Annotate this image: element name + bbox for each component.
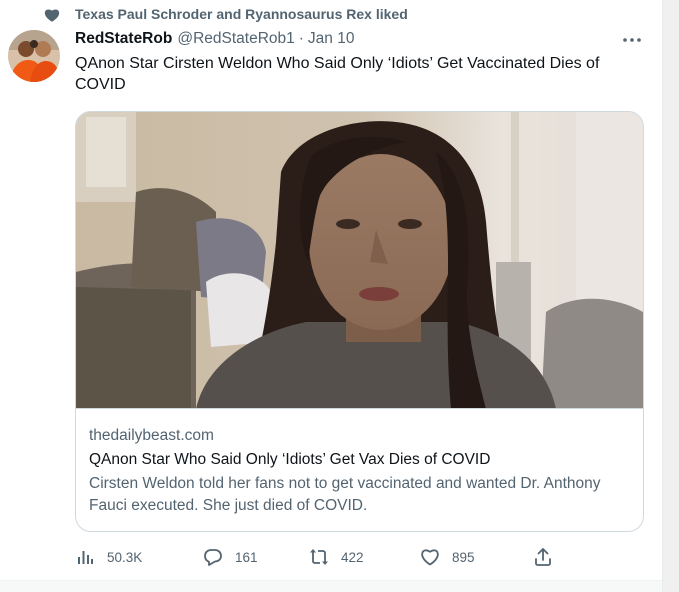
- link-preview-card[interactable]: thedailybeast.com QAnon Star Who Said On…: [75, 111, 644, 532]
- retweet-icon: [310, 549, 328, 565]
- reply-button[interactable]: 161: [203, 546, 258, 568]
- next-tweet-edge: [0, 580, 662, 592]
- tweet-text: QAnon Star Cirsten Weldon Who Said Only …: [75, 55, 600, 93]
- card-description: Cirsten Weldon told her fans not to get …: [89, 475, 601, 514]
- user-handle[interactable]: @RedStateRob1: [177, 30, 294, 48]
- tweet-date[interactable]: Jan 10: [308, 30, 355, 48]
- page-scroll-edge: [662, 0, 679, 592]
- tweet-article[interactable]: Texas Paul Schroder and Ryannosaurus Rex…: [0, 0, 662, 580]
- reply-icon: [204, 549, 222, 566]
- tweet-actions: 50.3K 161 422 895: [75, 546, 565, 568]
- more-options-icon[interactable]: [622, 36, 642, 44]
- share-button[interactable]: [533, 546, 553, 568]
- heart-icon: [421, 549, 439, 566]
- card-domain: thedailybeast.com: [89, 427, 214, 444]
- card-body: thedailybeast.com QAnon Star Who Said On…: [89, 425, 629, 517]
- views-button[interactable]: 50.3K: [75, 546, 142, 568]
- views-count: 50.3K: [107, 549, 143, 565]
- like-count: 895: [452, 549, 475, 565]
- share-icon: [535, 548, 551, 566]
- social-context[interactable]: Texas Paul Schroder and Ryannosaurus Rex…: [75, 6, 408, 22]
- separator-dot: ·: [298, 30, 304, 47]
- card-image: [76, 112, 643, 409]
- retweet-count: 422: [341, 549, 364, 565]
- retweet-button[interactable]: 422: [309, 546, 364, 568]
- card-title: QAnon Star Who Said Only ‘Idiots’ Get Va…: [89, 451, 491, 468]
- heart-filled-icon: [44, 9, 60, 22]
- reply-count: 161: [235, 549, 258, 565]
- analytics-icon: [78, 551, 93, 564]
- display-name[interactable]: RedStateRob: [75, 30, 172, 48]
- tweet-header: RedStateRob @RedStateRob1 · Jan 10: [75, 30, 354, 50]
- avatar[interactable]: [8, 30, 60, 82]
- like-button[interactable]: 895: [420, 546, 475, 568]
